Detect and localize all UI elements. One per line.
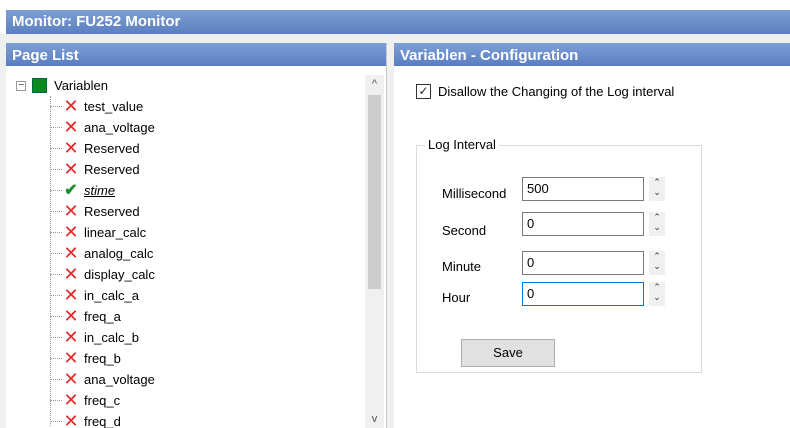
tree-item-label: Reserved [84,141,140,156]
error-x-icon: ✕ [63,369,79,389]
minute-input[interactable]: 0 [522,251,644,275]
page-list-scrollbar[interactable]: ^ v [365,75,384,428]
hour-input[interactable]: 0 [522,282,644,306]
hour-label: Hour [442,290,471,305]
tree-item-label: freq_b [84,351,121,366]
tree-item[interactable]: ✕ Reserved [6,159,364,180]
scroll-thumb[interactable] [368,95,381,289]
tree-connector [50,421,62,422]
hour-spinner[interactable]: ⌃ ⌄ [649,282,665,306]
error-x-icon: ✕ [63,201,79,221]
millisecond-label: Millisecond [442,186,507,201]
error-x-icon: ✕ [63,138,79,158]
tree-item-label: stime [84,183,116,198]
tree-root-row[interactable]: − Variablen [6,75,364,96]
tree-item[interactable]: ✕ freq_d [6,411,364,428]
tree-item[interactable]: ✕ display_calc [6,264,364,285]
tree-item-label: display_calc [84,267,155,282]
tree-item[interactable]: ✕ Reserved [6,201,364,222]
error-x-icon: ✕ [63,222,79,242]
tree-item[interactable]: ✕ freq_a [6,306,364,327]
tree-item-label: ana_voltage [84,372,155,387]
tree-item[interactable]: ✕ Reserved [6,138,364,159]
tree-connector [50,358,62,359]
configuration-pane: Variablen - Configuration ✓ Disallow the… [394,43,790,428]
tree-item[interactable]: ✕ in_calc_b [6,327,364,348]
second-label: Second [442,223,487,238]
error-x-icon: ✕ [63,285,79,305]
tree-item-label: freq_c [84,393,121,408]
tree-item[interactable]: ✕ freq_c [6,390,364,411]
scroll-down-arrow-icon[interactable]: v [365,410,384,428]
tree-connector [50,295,62,296]
tree-item[interactable]: ✕ freq_b [6,348,364,369]
tree-connector [50,169,62,170]
save-button[interactable]: Save [461,339,555,367]
checkmark-icon: ✔ [64,182,78,199]
tree-connector [50,337,62,338]
tree-item-label: Reserved [84,204,140,219]
tree-item-label: in_calc_a [84,288,139,303]
error-x-icon: ✕ [63,96,79,116]
tree-connector [50,274,62,275]
collapse-icon[interactable]: − [16,81,26,91]
disallow-checkbox[interactable]: ✓ [416,84,431,99]
tree-item[interactable]: ✕ ana_voltage [6,117,364,138]
error-x-icon: ✕ [63,306,79,326]
configuration-header: Variablen - Configuration [394,43,790,69]
tree-item-label: freq_d [84,414,121,428]
tree-connector [50,127,62,128]
millisecond-spinner[interactable]: ⌃ ⌄ [649,177,665,201]
error-x-icon: ✕ [63,243,79,263]
page-list-pane: Page List − Variablen ✕ test_value ✕ ana_vo… [6,43,387,428]
second-input[interactable]: 0 [522,212,644,236]
error-x-icon: ✕ [63,390,79,410]
green-square-icon [32,78,47,93]
tree-connector [50,253,62,254]
tree-connector [50,148,62,149]
tree-item[interactable]: ✕ test_value [6,96,364,117]
error-x-icon: ✕ [63,348,79,368]
minute-label: Minute [442,259,482,274]
tree-item-label: freq_a [84,309,121,324]
error-x-icon: ✕ [63,411,79,428]
error-x-icon: ✕ [63,117,79,137]
tree-connector [50,190,62,191]
tree-item-label: ana_voltage [84,120,155,135]
tree-item[interactable]: ✕ analog_calc [6,243,364,264]
window-title-bar: Monitor: FU252 Monitor [0,0,790,34]
error-x-icon: ✕ [63,159,79,179]
tree-connector [50,232,62,233]
tree-item-label: Reserved [84,162,140,177]
tree-item[interactable]: ✕ linear_calc [6,222,364,243]
tree-item[interactable]: ✕ in_calc_a [6,285,364,306]
error-x-icon: ✕ [63,264,79,284]
tree-item-label: linear_calc [84,225,147,240]
minute-spinner[interactable]: ⌃ ⌄ [649,251,665,275]
tree-connector [50,379,62,380]
tree-item-label: test_value [84,99,144,114]
tree-item[interactable]: ✔ stime [6,180,364,201]
tree-item-label: in_calc_b [84,330,139,345]
disallow-label: Disallow the Changing of the Log interva… [438,84,675,99]
tree-item[interactable]: ✕ ana_voltage [6,369,364,390]
log-interval-title: Log Interval [425,137,499,152]
tree-connector [50,106,62,107]
page-list-tree: − Variablen ✕ test_value ✕ ana_voltage ✕ Rese… [6,75,364,428]
tree-connector [50,316,62,317]
tree-item-label: analog_calc [84,246,154,261]
log-interval-group: Log Interval Millisecond 500 ⌃ ⌄ Second 0… [416,137,702,373]
tree-connector [50,400,62,401]
window-title: Monitor: FU252 Monitor [6,10,790,34]
tree-root-label: Variablen [54,78,108,93]
page-list-header: Page List [6,43,386,69]
tree-connector [50,211,62,212]
error-x-icon: ✕ [63,327,79,347]
millisecond-input[interactable]: 500 [522,177,644,201]
second-spinner[interactable]: ⌃ ⌄ [649,212,665,236]
scroll-up-arrow-icon[interactable]: ^ [365,75,384,93]
